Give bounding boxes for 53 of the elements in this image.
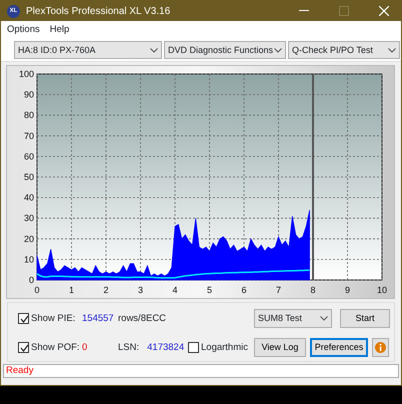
dropdown-caret-icon (320, 316, 328, 322)
dropdown[interactable]: Q-Check PI/PO Test (288, 41, 400, 60)
button[interactable]: Preferences (310, 338, 368, 358)
checkbox-label: Show PIE: (31, 312, 76, 326)
y-tick-label: 10 (24, 254, 34, 265)
checkbox[interactable] (18, 313, 29, 324)
status-bar: Ready (3, 364, 399, 378)
y-tick-label: 50 (24, 172, 34, 182)
button[interactable]: Start (340, 309, 390, 328)
x-tick-label: 1 (69, 285, 74, 296)
x-tick-label: 7 (276, 285, 281, 296)
minimize-icon (299, 10, 309, 12)
checkbox-label: Logarthmic (201, 340, 248, 355)
x-tick-label: 2 (104, 285, 108, 296)
y-tick-label: 90 (24, 90, 34, 100)
y-tick-label: 30 (24, 213, 34, 224)
y-tick-label: 70 (24, 131, 34, 142)
checkbox-label: Show POF: (31, 340, 80, 355)
dropdown[interactable]: DVD Diagnostic Functions (164, 41, 286, 60)
dropdown[interactable]: HA:8 ID:0 PX-760A (14, 41, 162, 60)
y-tick-label: 0 (28, 275, 34, 286)
checkbox[interactable] (18, 342, 29, 354)
info-button[interactable] (372, 338, 389, 358)
y-tick-label: 80 (24, 110, 34, 120)
lsn-value: 4173824 (147, 340, 184, 355)
x-tick-label: 9 (345, 285, 350, 296)
menu-item[interactable]: Options (7, 23, 40, 38)
close-icon (379, 6, 389, 16)
y-tick-label: 40 (24, 192, 34, 203)
x-tick-label: 6 (242, 285, 246, 296)
y-tick-label: 60 (24, 152, 34, 162)
x-tick-label: 8 (310, 285, 316, 296)
button[interactable]: View Log (254, 338, 306, 358)
dropdown-caret-icon (388, 48, 396, 53)
test-dropdown[interactable]: SUM8 Test (254, 309, 332, 328)
y-tick-label: 100 (18, 69, 34, 80)
lsn-label: LSN: (118, 340, 140, 355)
dropdown-caret-icon (150, 48, 158, 53)
menu-item[interactable]: Help (50, 23, 70, 38)
x-tick-label: 5 (207, 285, 212, 296)
unit-label: rows/8ECC (118, 312, 168, 326)
dropdown-caret-icon (274, 48, 282, 53)
x-tick-label: 10 (377, 285, 387, 296)
info-icon (375, 342, 386, 354)
maximize-icon (339, 6, 349, 16)
x-tick-label: 3 (138, 285, 143, 296)
x-tick-label: 4 (172, 285, 178, 296)
checkbox[interactable] (188, 342, 199, 354)
y-tick-label: 20 (24, 234, 34, 244)
count-value: 154557 (82, 312, 115, 326)
window-title: PlexTools Professional XL V3.16 (26, 4, 172, 18)
x-tick-label: 0 (34, 285, 40, 296)
count-value: 0 (82, 340, 88, 355)
